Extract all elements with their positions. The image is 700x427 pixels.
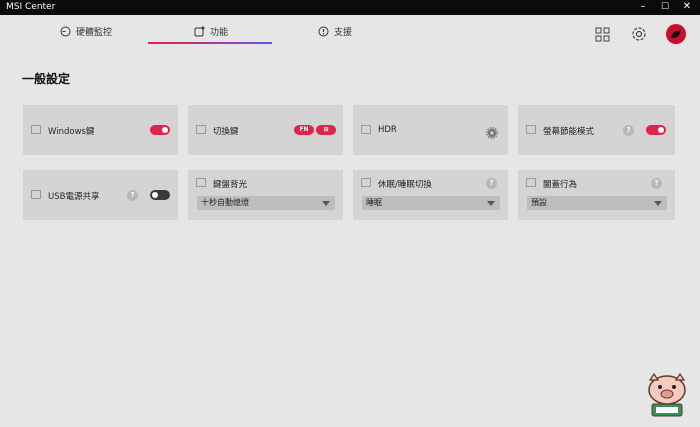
hdr-settings-gear-icon[interactable] <box>485 124 499 140</box>
card-windows-key: Windows鍵 <box>23 105 178 155</box>
hdr-icon <box>361 125 371 134</box>
grid-icon[interactable] <box>593 25 611 43</box>
card-switch-key: 切換鍵 FN ⊞ <box>188 105 343 155</box>
select-value: 十秒自動熄燈 <box>201 198 249 207</box>
usb-power-toggle[interactable] <box>150 190 170 200</box>
card-label: 螢幕節能模式 <box>543 127 595 137</box>
select-value: 睡眠 <box>366 198 382 207</box>
lid-action-icon <box>526 178 536 187</box>
card-label: 鍵盤背光 <box>213 180 248 190</box>
card-screen-save: 螢幕節能模式 ? <box>518 105 675 155</box>
maximize-button[interactable]: ☐ <box>654 0 676 15</box>
lid-action-select[interactable]: 預設 <box>527 196 667 210</box>
chevron-down-icon <box>487 201 495 206</box>
card-label: HDR <box>378 125 397 135</box>
card-lid-action: 闔蓋行為 ? 預設 <box>518 170 675 220</box>
pig-mascot-icon <box>638 372 696 422</box>
card-label: Windows鍵 <box>48 127 95 137</box>
switch-key-icon <box>196 125 206 134</box>
close-button[interactable]: ✕ <box>676 0 698 15</box>
card-label: USB電源共享 <box>48 192 100 202</box>
tab-label: 支援 <box>334 28 353 38</box>
chevron-down-icon <box>322 201 330 206</box>
card-label: 闔蓋行為 <box>543 180 578 190</box>
win-key-pill[interactable]: ⊞ <box>316 125 336 135</box>
sleep-switch-icon <box>361 178 371 187</box>
sleep-switch-select[interactable]: 睡眠 <box>362 196 500 210</box>
toggle-knob <box>162 127 168 133</box>
help-icon[interactable]: ? <box>623 125 634 136</box>
card-usb-power: USB電源共享 ? <box>23 170 178 220</box>
keyboard-backlight-icon <box>196 178 206 187</box>
card-hdr: HDR <box>353 105 508 155</box>
toggle-knob <box>152 192 158 198</box>
minimize-button[interactable]: – <box>632 0 654 15</box>
help-icon[interactable]: ? <box>651 178 662 189</box>
info-icon <box>318 26 329 37</box>
windows-key-icon <box>31 125 41 134</box>
chevron-down-icon <box>654 201 662 206</box>
gauge-icon <box>60 26 71 37</box>
title-bar: MSI Center – ☐ ✕ <box>0 0 700 15</box>
tab-label: 功能 <box>210 28 229 38</box>
help-icon[interactable]: ? <box>486 178 497 189</box>
feature-icon <box>194 26 205 37</box>
usb-power-icon <box>31 190 41 199</box>
toggle-knob <box>658 127 664 133</box>
help-icon[interactable]: ? <box>127 190 138 201</box>
page-title: 一般設定 <box>22 72 71 86</box>
avatar-icon[interactable] <box>666 24 686 44</box>
tab-label: 硬體監控 <box>76 28 113 38</box>
screen-save-icon <box>526 125 536 134</box>
select-value: 預設 <box>531 198 547 207</box>
card-label: 切換鍵 <box>213 127 239 137</box>
screen-save-toggle[interactable] <box>646 125 666 135</box>
tab-hardware-monitor[interactable]: 硬體監控 <box>60 15 112 48</box>
fn-key-pill[interactable]: FN <box>294 125 314 135</box>
active-tab-indicator <box>148 42 272 44</box>
card-sleep-switch: 休眠/睡眠切換 ? 睡眠 <box>353 170 508 220</box>
tab-support[interactable]: 支援 <box>318 15 352 48</box>
window-title: MSI Center <box>6 2 56 12</box>
card-keyboard-backlight: 鍵盤背光 十秒自動熄燈 <box>188 170 343 220</box>
windows-key-toggle[interactable] <box>150 125 170 135</box>
card-label: 休眠/睡眠切換 <box>378 180 432 190</box>
gear-icon[interactable] <box>630 25 648 43</box>
keyboard-backlight-select[interactable]: 十秒自動熄燈 <box>197 196 335 210</box>
